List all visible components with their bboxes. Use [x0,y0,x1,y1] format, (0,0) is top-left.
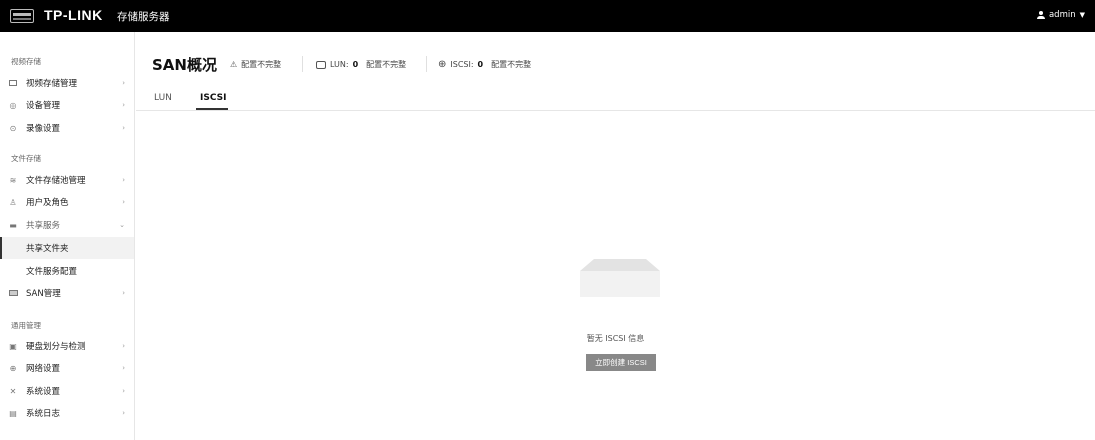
status-overall: ⚠ 配置不完整 [230,59,281,70]
empty-state-text: 暂无 ISCSI 信息 [586,334,645,343]
sidebar-item-label: 系统设置 [26,387,61,397]
tab-bar: LUN ISCSI [136,84,1095,111]
sidebar-item-label: 用户及角色 [26,198,69,208]
folder-icon: ▬ [9,220,17,230]
status-label: ISCSI: [450,60,474,69]
status-label: LUN: [330,60,349,69]
sidebar-item-file-pool[interactable]: ≋ 文件存储池管理 › [0,169,134,191]
sidebar-item-device[interactable]: ◎ 设备管理 › [0,94,134,116]
chevron-right-icon: › [122,387,125,395]
status-count: 0 [477,60,484,69]
sidebar-item-log[interactable]: ▤ 系统日志 › [0,402,134,424]
sidebar-item-label: 录像设置 [26,124,61,134]
section-title-file: 文件存储 [11,154,41,163]
tools-icon: ✕ [9,386,17,396]
status-text: 配置不完整 [241,60,282,69]
top-bar: TP-LINK 存储服务器 admin ▼ [0,0,1095,32]
lun-icon [316,60,326,69]
sidebar-item-file-service-config[interactable]: 文件服务配置 [0,260,134,282]
sidebar-item-system[interactable]: ✕ 系统设置 › [0,380,134,402]
username: admin [1048,10,1076,20]
tab-iscsi[interactable]: ISCSI [200,93,226,103]
database-icon: ≋ [9,175,17,185]
chevron-down-icon: ⌄ [119,221,125,229]
sidebar-item-record[interactable]: ⊙ 录像设置 › [0,117,134,139]
product-name: 存储服务器 [117,11,170,23]
sidebar-item-label: 文件服务配置 [26,267,78,277]
chevron-right-icon: › [122,79,125,87]
sidebar-item-users[interactable]: ♙ 用户及角色 › [0,191,134,213]
page-title: SAN概况 [152,56,217,74]
sidebar-item-label: SAN管理 [26,289,61,299]
chevron-right-icon: › [122,364,125,372]
caret-down-icon: ▼ [1079,11,1085,19]
sidebar-item-share-service[interactable]: ▬ 共享服务 ⌄ [0,214,134,236]
sidebar-item-network[interactable]: ⊕ 网络设置 › [0,357,134,379]
chevron-right-icon: › [122,409,125,417]
tab-lun[interactable]: LUN [154,93,172,103]
record-icon: ⊙ [9,123,17,133]
main-content: SAN概况 ⚠ 配置不完整 LUN: 0 配置不完整 ⊕ ISCSI: 0 配置… [136,32,1095,440]
brand-logo: TP-LINK [44,7,103,23]
sidebar-item-video-storage[interactable]: 视频存储管理 › [0,72,134,94]
log-icon: ▤ [9,408,17,418]
create-iscsi-button[interactable]: 立即创建 ISCSI [586,354,656,371]
status-count: 0 [352,60,359,69]
sidebar-item-label: 共享文件夹 [26,244,69,254]
server-logo-icon [10,9,34,23]
status-text: 配置不完整 [366,60,407,69]
status-iscsi: ⊕ ISCSI: 0 配置不完整 [438,59,531,70]
chevron-right-icon: › [122,124,125,132]
disk-icon: ▣ [9,341,17,351]
sidebar-item-label: 系统日志 [26,409,61,419]
active-tab-indicator [196,108,228,110]
globe-icon: ⊕ [438,59,447,70]
sidebar-item-shared-folder[interactable]: 共享文件夹 [0,237,134,259]
sidebar: 视频存储 视频存储管理 › ◎ 设备管理 › ⊙ 录像设置 › 文件存储 ≋ 文… [0,32,135,440]
chevron-right-icon: › [122,342,125,350]
chevron-right-icon: › [122,289,125,297]
empty-box-illustration [580,259,660,297]
sidebar-item-label: 网络设置 [26,364,61,374]
warning-icon: ⚠ [230,60,238,69]
sidebar-item-disk[interactable]: ▣ 硬盘划分与检测 › [0,335,134,357]
sidebar-item-label: 共享服务 [26,221,61,231]
user-menu[interactable]: admin ▼ [1036,10,1085,20]
video-icon [8,79,18,88]
users-icon: ♙ [9,197,17,207]
status-text: 配置不完整 [491,60,532,69]
camera-icon: ◎ [9,100,17,110]
globe-icon: ⊕ [9,363,17,373]
user-icon [1036,11,1045,19]
status-lun: LUN: 0 配置不完整 [316,59,406,70]
sidebar-item-label: 视频存储管理 [26,79,78,89]
chevron-right-icon: › [122,101,125,109]
chevron-right-icon: › [122,198,125,206]
sidebar-item-label: 硬盘划分与检测 [26,342,86,352]
section-title-general: 通用管理 [11,321,41,330]
sidebar-item-label: 设备管理 [26,101,61,111]
chevron-right-icon: › [122,176,125,184]
section-title-video: 视频存储 [11,57,41,66]
san-icon [8,289,18,298]
sidebar-item-san[interactable]: SAN管理 › [0,282,134,304]
sidebar-item-label: 文件存储池管理 [26,176,86,186]
